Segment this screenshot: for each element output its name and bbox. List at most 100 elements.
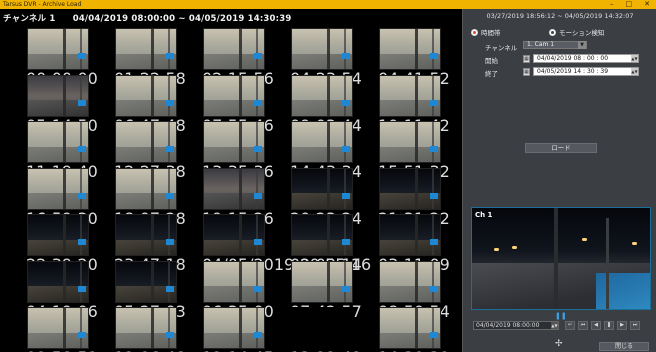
channel-select-value: 1. Cam 1 bbox=[527, 41, 555, 48]
thumbnail-cell[interactable] bbox=[203, 260, 265, 303]
thumbnail-cell[interactable] bbox=[291, 74, 353, 117]
thumbnail-cell[interactable] bbox=[27, 260, 89, 303]
thumbnail-pole bbox=[414, 308, 418, 348]
thumbnail-pole bbox=[62, 215, 66, 255]
thumbnail-cell[interactable] bbox=[115, 167, 177, 210]
thumbnail-cell[interactable] bbox=[27, 307, 89, 349]
thumbnail-sign bbox=[342, 285, 350, 292]
thumbnail-pole bbox=[238, 122, 242, 162]
pause-icon[interactable]: ❚❚ bbox=[555, 312, 567, 320]
radio-unselected-icon[interactable] bbox=[549, 28, 556, 36]
thumbnail-cell[interactable] bbox=[379, 307, 441, 349]
thumbnail-cell[interactable] bbox=[203, 74, 265, 117]
thumbnail-cell[interactable] bbox=[115, 121, 177, 163]
spin-icon[interactable]: ▲▼ bbox=[631, 68, 638, 75]
thumbnail-cell[interactable] bbox=[291, 28, 353, 70]
radio-selected-icon[interactable] bbox=[471, 28, 478, 36]
thumbnail-pole bbox=[414, 261, 418, 302]
title-bar: Tarsus DVR - Archive Load – □ ✕ bbox=[0, 0, 656, 9]
preview-channel-label: Ch 1 bbox=[475, 211, 493, 219]
thumbnail-pole bbox=[79, 29, 82, 69]
channel-select[interactable]: 1. Cam 1 ▼ bbox=[523, 41, 587, 49]
thumbnail-cell[interactable] bbox=[379, 28, 441, 70]
thumbnail-sign bbox=[78, 192, 86, 199]
thumbnail-pole bbox=[79, 122, 82, 162]
thumbnail-timestamp: 11:06:48 bbox=[114, 348, 186, 352]
radio-time-range[interactable]: 時間帯 bbox=[471, 27, 501, 37]
thumbnail-pole bbox=[62, 75, 66, 116]
thumbnail-cell[interactable] bbox=[203, 167, 265, 210]
rewind-icon[interactable]: ◀ bbox=[591, 321, 601, 330]
thumbnail-cell[interactable] bbox=[115, 214, 177, 256]
thumbnail-cell[interactable] bbox=[203, 214, 265, 256]
thumbnail-pole bbox=[326, 261, 330, 302]
thumbnail-pole bbox=[62, 29, 66, 69]
thumbnail-pole bbox=[326, 122, 330, 162]
thumbnail-cell[interactable] bbox=[291, 214, 353, 256]
maximize-icon[interactable]: □ bbox=[626, 0, 633, 9]
thumbnail-sign bbox=[430, 99, 438, 106]
thumbnail-cell[interactable] bbox=[379, 167, 441, 210]
thumbnail-sign bbox=[342, 192, 350, 199]
thumbnail-pole bbox=[414, 168, 418, 209]
radio-motion-label: モーション検知 bbox=[559, 29, 605, 37]
playback-time-value: 04/04/2019 08:00:00 bbox=[476, 322, 540, 329]
load-button[interactable]: ロード bbox=[525, 143, 597, 153]
thumbnail-cell[interactable] bbox=[27, 214, 89, 256]
thumbnail-cell[interactable] bbox=[203, 28, 265, 70]
thumbnail-cell[interactable] bbox=[27, 28, 89, 70]
play-icon[interactable]: ▶ bbox=[617, 321, 627, 330]
close-icon[interactable]: ✕ bbox=[644, 0, 650, 9]
preview-light bbox=[494, 248, 499, 251]
thumbnail-cell[interactable] bbox=[291, 307, 353, 349]
spin-icon[interactable]: ▲▼ bbox=[551, 322, 558, 329]
chevron-down-icon[interactable]: ▼ bbox=[578, 41, 586, 49]
skip-back-icon[interactable]: ⏮ bbox=[578, 321, 588, 330]
thumbnail-pole bbox=[431, 122, 434, 162]
thumbnail-sign bbox=[254, 332, 262, 338]
thumbnail-pole bbox=[150, 308, 154, 348]
thumbnail-cell[interactable] bbox=[115, 307, 177, 349]
return-icon[interactable]: ↵ bbox=[565, 321, 575, 330]
playback-preview[interactable]: Ch 1 bbox=[471, 207, 651, 310]
thumbnail-pole bbox=[79, 168, 82, 209]
skip-forward-icon[interactable]: ⏭ bbox=[630, 321, 640, 330]
thumbnail-cell[interactable] bbox=[203, 307, 265, 349]
thumbnail-cell[interactable] bbox=[115, 28, 177, 70]
thumbnail-cell[interactable] bbox=[379, 121, 441, 163]
thumbnail-cell[interactable] bbox=[379, 260, 441, 303]
thumbnail-cell[interactable] bbox=[379, 214, 441, 256]
preview-light bbox=[512, 246, 517, 249]
thumbnail-cell[interactable] bbox=[27, 167, 89, 210]
close-button[interactable]: 閉じる bbox=[599, 342, 649, 351]
minimize-icon[interactable]: – bbox=[610, 0, 614, 9]
radio-motion-detect[interactable]: モーション検知 bbox=[549, 27, 604, 37]
calendar-icon[interactable]: ▦ bbox=[523, 68, 530, 76]
thumbnail-cell[interactable] bbox=[379, 74, 441, 117]
thumbnail-cell[interactable] bbox=[203, 121, 265, 163]
thumbnail-pole bbox=[431, 215, 434, 255]
thumbnail-cell[interactable] bbox=[291, 121, 353, 163]
thumbnail-pole bbox=[414, 29, 418, 69]
start-datetime-field[interactable]: 04/04/2019 08 : 00 : 00 ▲▼ bbox=[533, 54, 639, 63]
thumbnail-sign bbox=[430, 53, 438, 59]
thumbnail-pole bbox=[167, 75, 170, 116]
thumbnail-cell[interactable] bbox=[27, 121, 89, 163]
calendar-icon[interactable]: ▦ bbox=[523, 55, 530, 63]
spin-icon[interactable]: ▲▼ bbox=[631, 55, 638, 62]
thumbnail-pole bbox=[326, 29, 330, 69]
thumbnail-pole bbox=[255, 215, 258, 255]
step-icon[interactable]: ❚ bbox=[604, 321, 614, 330]
end-datetime-value: 04/05/2019 14 : 30 : 39 bbox=[537, 68, 609, 75]
thumbnail-cell[interactable] bbox=[291, 167, 353, 210]
thumbnail-cell[interactable] bbox=[291, 260, 353, 303]
thumbnail-sign bbox=[78, 239, 86, 245]
thumbnail-cell[interactable] bbox=[115, 74, 177, 117]
end-datetime-field[interactable]: 04/05/2019 14 : 30 : 39 ▲▼ bbox=[533, 67, 639, 76]
thumbnail-pole bbox=[431, 168, 434, 209]
thumbnail-pole bbox=[167, 168, 170, 209]
thumbnail-cell[interactable] bbox=[27, 74, 89, 117]
thumbnail-cell[interactable] bbox=[115, 260, 177, 303]
thumbnail-sign bbox=[78, 53, 86, 59]
playback-time-field[interactable]: 04/04/2019 08:00:00 ▲▼ bbox=[473, 321, 559, 330]
